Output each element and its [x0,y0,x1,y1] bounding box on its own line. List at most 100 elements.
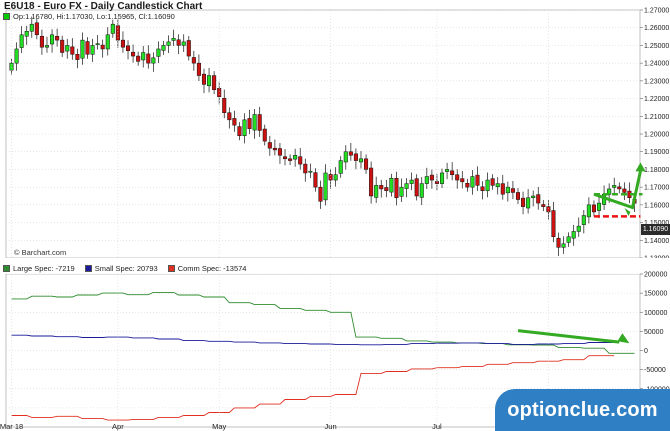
candle-body [95,43,100,45]
candle-body [105,34,110,50]
candle-body [450,170,455,175]
candle-body [288,158,293,161]
candle-body [242,119,247,137]
candle-body [399,186,404,197]
x-tick-label: Jun [325,422,337,431]
price-tick-label: 1.25000 [644,43,669,50]
candle-body [384,187,389,191]
candle-body [480,186,485,191]
candle-body [581,215,586,225]
candle-body [171,38,176,41]
candle-body [282,156,288,160]
candle-body [404,183,409,189]
candle-body [19,34,24,48]
candle-body [191,57,196,64]
candle-body [521,197,526,207]
candle-body [571,231,576,239]
candle-body [55,35,60,41]
chart-canvas: 1.130001.140001.150001.160001.170001.180… [0,8,670,431]
candle-body [161,45,166,51]
x-tick-label: Mar 18 [0,422,23,431]
candle-body [414,178,419,197]
candle-body [308,170,313,173]
candle-body [232,118,237,126]
legend-label: Comm Spec: -13574 [177,264,247,273]
candle-body [146,53,151,64]
candle-body [65,45,70,52]
last-price-label: 1.16090 [641,224,670,235]
candle-body [485,179,490,191]
x-tick-label: May [212,422,226,431]
cot-tick-label: 150000 [644,291,667,298]
legend-item-comm-spec: Comm Spec: -13574 [167,264,247,273]
candle-body [176,39,181,46]
candle-body [394,178,399,199]
candle-body [120,39,125,48]
candle-body [201,73,207,85]
candle-body [333,174,338,181]
candle-body [262,128,267,142]
candle-body [323,172,328,201]
cot-tick-label: 0 [644,348,648,355]
candle-body [313,172,318,188]
candle-body [429,174,434,181]
candle-body [85,41,90,55]
candle-body [526,197,531,209]
candle-body [70,46,75,55]
candle-body [556,237,561,248]
price-tick-label: 1.14000 [644,238,669,245]
candle-body [358,158,364,163]
candle-body [14,48,19,64]
candle-body [217,88,222,98]
candle-body [247,118,252,129]
candle-body [515,192,521,200]
candle-body [110,23,115,34]
legend-swatch [84,265,92,272]
ohlc-text: Op:1.16780, Hi:1.17030, Lo:1.15965, Cl:1… [13,12,175,21]
price-tick-label: 1.26000 [644,25,669,32]
candle-body [50,34,55,45]
candle-body [576,225,581,232]
candle-body [29,23,34,32]
legend-swatch [167,265,175,272]
candle-body [141,52,146,61]
candle-body [207,75,212,87]
cot-tick-label: 50000 [644,329,664,336]
cot-tick-label: 100000 [644,310,667,317]
watermark-text: optionclue.com [507,398,658,421]
candle-body [364,158,369,170]
candle-body [181,41,186,46]
candle-body [60,39,65,53]
candle-body [561,243,566,248]
x-tick-label: Apr [112,422,124,431]
candle-body [490,178,495,186]
price-tick-label: 1.23000 [644,78,669,85]
cot-legend: Large Spec: -7219 Small Spec: 20793 Comm… [3,263,246,274]
price-tick-label: 1.21000 [644,114,669,121]
price-tick-label: 1.24000 [644,61,669,68]
candle-body [612,185,617,188]
candle-body [277,148,282,156]
candle-body [369,167,374,197]
price-panel: 1.130001.140001.150001.160001.170001.180… [5,8,669,263]
price-tick-label: 1.22000 [644,96,669,103]
candle-body [510,188,515,193]
candle-body [34,22,39,36]
candle-body [125,45,131,51]
candle-body [136,55,141,62]
candle-body [338,160,343,174]
candle-body [293,155,298,160]
candle-body [439,172,445,184]
candle-body [505,186,510,194]
candle-body [257,114,262,131]
price-tick-label: 1.17000 [644,185,669,192]
ohlc-swatch [3,13,10,20]
price-tick-label: 1.20000 [644,132,669,139]
candle-body [566,236,571,243]
price-tick-label: 1.19000 [644,149,669,156]
legend-item-large-spec: Large Spec: -7219 [3,264,75,273]
candle-body [80,39,85,59]
candle-body [166,41,171,46]
candle-body [531,195,536,199]
candle-body [303,163,308,174]
